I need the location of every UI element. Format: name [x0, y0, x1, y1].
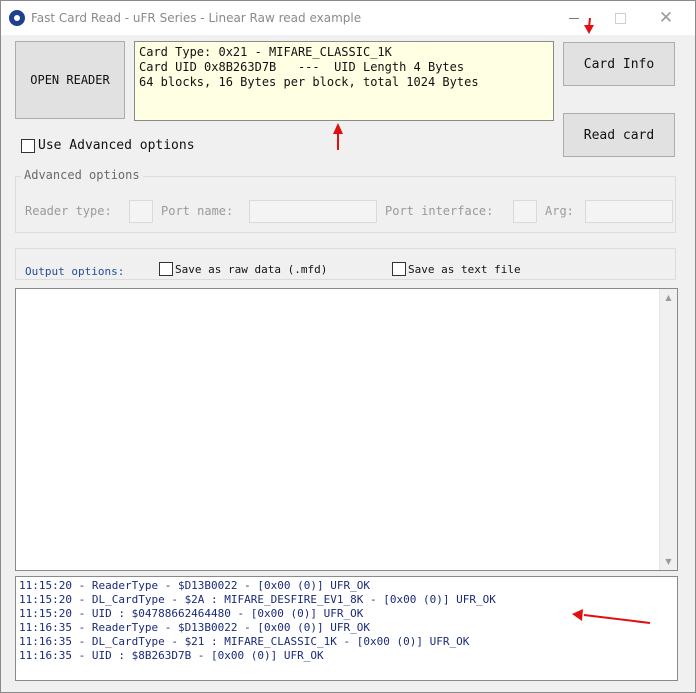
scroll-up-icon[interactable]: ▲	[660, 289, 677, 306]
port-interface-field[interactable]	[513, 200, 537, 223]
advanced-options-title: Advanced options	[21, 168, 143, 182]
output-options-label: Output options:	[25, 265, 125, 278]
log-line: 11:16:35 - ReaderType - $D13B0022 - [0x0…	[19, 621, 370, 634]
app-logo-icon	[9, 10, 25, 26]
maximize-icon	[614, 12, 626, 24]
minimize-icon	[569, 17, 579, 19]
arg-field[interactable]	[585, 200, 673, 223]
minimize-button[interactable]	[551, 1, 597, 35]
close-icon: ✕	[658, 7, 674, 28]
scroll-down-icon[interactable]: ▼	[660, 553, 677, 570]
save-text-checkbox[interactable]	[392, 262, 406, 276]
use-advanced-label[interactable]: Use Advanced options	[38, 138, 195, 153]
card-info-display[interactable]: Card Type: 0x21 - MIFARE_CLASSIC_1K Card…	[134, 41, 554, 121]
title-bar[interactable]: Fast Card Read - uFR Series - Linear Raw…	[1, 1, 695, 35]
log-line: 11:15:20 - UID : $04788662464480 - [0x00…	[19, 607, 364, 620]
app-window: Fast Card Read - uFR Series - Linear Raw…	[0, 0, 696, 693]
card-data-textarea[interactable]: ▲ ▼	[15, 288, 678, 571]
save-text-label[interactable]: Save as text file	[408, 263, 521, 276]
log-panel[interactable]: 11:15:20 - ReaderType - $D13B0022 - [0x0…	[15, 576, 678, 681]
save-raw-label[interactable]: Save as raw data (.mfd)	[175, 263, 327, 276]
card-info-button[interactable]: Card Info	[563, 42, 675, 86]
read-card-button[interactable]: Read card	[563, 113, 675, 157]
log-line: 11:16:35 - DL_CardType - $21 : MIFARE_CL…	[19, 635, 470, 648]
log-line: 11:15:20 - ReaderType - $D13B0022 - [0x0…	[19, 579, 370, 592]
vertical-scrollbar[interactable]: ▲ ▼	[659, 289, 677, 570]
maximize-button[interactable]	[597, 1, 643, 35]
reader-type-field[interactable]	[129, 200, 153, 223]
use-advanced-checkbox[interactable]	[21, 139, 35, 153]
log-line: 11:16:35 - UID : $8B263D7B - [0x00 (0)] …	[19, 649, 324, 662]
window-title: Fast Card Read - uFR Series - Linear Raw…	[31, 11, 362, 25]
log-line: 11:15:20 - DL_CardType - $2A : MIFARE_DE…	[19, 593, 496, 606]
port-name-label: Port name:	[161, 204, 234, 218]
arg-label: Arg:	[545, 204, 574, 218]
open-reader-button[interactable]: OPEN READER	[15, 41, 125, 119]
port-interface-label: Port interface:	[385, 204, 494, 218]
reader-type-label: Reader type:	[25, 204, 112, 218]
close-button[interactable]: ✕	[643, 1, 689, 35]
port-name-field[interactable]	[249, 200, 377, 223]
save-raw-checkbox[interactable]	[159, 262, 173, 276]
